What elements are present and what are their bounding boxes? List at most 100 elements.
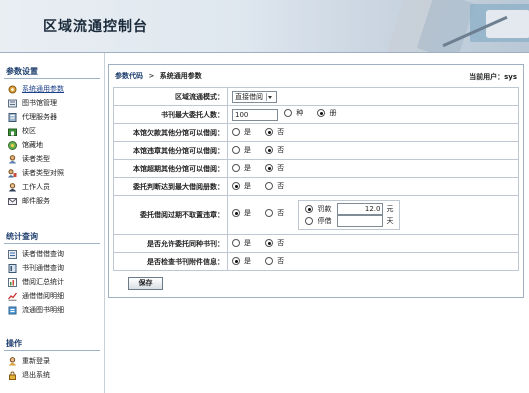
radio-button[interactable] — [265, 146, 274, 154]
sidebar-item-label: 读者类型 — [22, 155, 50, 163]
relogin-icon — [8, 356, 17, 366]
sidebar-item-proxy-server[interactable]: 代理服务器 — [8, 111, 100, 123]
suspend-row: 停借 天 — [305, 215, 393, 227]
field-label: 委托判断达到最大借阅册数： — [113, 177, 228, 196]
sidebar-item-book-detail[interactable]: 流通图书明细 — [8, 304, 100, 316]
suspend-days-input[interactable] — [337, 215, 384, 227]
detail-icon — [8, 292, 18, 301]
radio-yes[interactable]: 是 — [232, 145, 251, 155]
radio-button[interactable] — [232, 164, 240, 172]
max-delegate-input[interactable]: 100 — [232, 109, 278, 121]
sidebar-item-reader-query[interactable]: 读者借借查询 — [8, 248, 100, 260]
field-label: 书刊最大委托人数： — [113, 105, 228, 124]
form-row: 书刊最大委托人数： 100 种 册 — [113, 105, 519, 124]
radio-button[interactable] — [284, 109, 293, 117]
sidebar-item-book-query[interactable]: 书刊通借查询 — [8, 262, 100, 274]
section-title-params: 参数设置 — [6, 67, 38, 76]
sidebar-item-logout[interactable]: 退出系统 — [8, 369, 100, 381]
sidebar-item-label: 重新登录 — [22, 357, 50, 365]
fine-amount-input[interactable]: 12.0 — [337, 203, 384, 215]
radio-label: 是 — [244, 182, 251, 190]
reader-map-icon — [8, 168, 17, 178]
field-label: 区域流通模式： — [113, 87, 228, 106]
radio-label: 否 — [277, 182, 285, 190]
radio-label: 种 — [296, 109, 304, 117]
radio-yes[interactable]: 是 — [232, 163, 251, 173]
sidebar-item-reader-type-map[interactable]: 读者类型对照 — [8, 167, 100, 179]
unit-radio-volume[interactable]: 册 — [317, 108, 336, 118]
radio-button[interactable] — [232, 239, 240, 247]
chevron-down-icon — [266, 92, 274, 101]
gear-icon — [8, 85, 17, 94]
radio-button[interactable] — [265, 128, 274, 136]
suspend-unit: 天 — [386, 217, 394, 225]
radio-no[interactable]: 否 — [265, 256, 284, 266]
radio-yes[interactable]: 是 — [232, 181, 251, 191]
radio-no[interactable]: 否 — [265, 163, 284, 173]
sidebar-item-campus[interactable]: 校区 — [8, 125, 100, 137]
radio-button[interactable] — [305, 205, 314, 213]
section-title-stats: 统计查询 — [6, 232, 38, 241]
sidebar-item-relogin[interactable]: 重新登录 — [8, 355, 100, 367]
save-button[interactable]: 保存 — [128, 277, 163, 290]
sidebar-item-label: 邮件服务 — [22, 197, 50, 205]
radio-button[interactable] — [265, 164, 274, 172]
form-row: 区域流通模式： 直接借阅 — [113, 87, 519, 106]
sidebar-item-label: 流通图书明细 — [22, 306, 64, 314]
sidebar-item-staff[interactable]: 工作人员 — [8, 181, 100, 193]
radio-yes[interactable]: 是 — [232, 238, 251, 248]
radio-no[interactable]: 否 — [265, 145, 284, 155]
radio-label: 否 — [277, 239, 285, 247]
radio-button[interactable] — [232, 257, 240, 265]
form-row: 委托判断达到最大借阅册数： 是 否 — [113, 177, 519, 196]
sidebar-item-system-params[interactable]: 系统通用参数 — [8, 83, 100, 95]
sidebar-item-borrow-summary[interactable]: 借阅汇总统计 — [8, 276, 100, 288]
app-title: 区域流通控制台 — [43, 19, 148, 35]
sidebar-item-library-mgmt[interactable]: 图书馆管理 — [8, 97, 100, 109]
radio-no[interactable]: 否 — [265, 208, 284, 218]
radio-no[interactable]: 否 — [265, 238, 284, 248]
book-query-icon — [8, 263, 17, 273]
sidebar-item-mail-service[interactable]: 邮件服务 — [8, 195, 100, 207]
fine-row: 罚款 12.0 元 — [305, 203, 393, 215]
sidebar-item-label: 图书馆管理 — [22, 99, 57, 107]
radio-button[interactable] — [232, 182, 240, 190]
unit-radio-kind[interactable]: 种 — [284, 108, 303, 118]
breadcrumb-root[interactable]: 参数代码 — [115, 72, 143, 80]
field-label: 是否允许委托同种书刊： — [113, 234, 228, 253]
radio-button[interactable] — [305, 217, 314, 225]
form-row: 是否检查书刊附件信息： 是 否 — [113, 252, 519, 271]
radio-button[interactable] — [232, 146, 240, 154]
field-label: 是否检查书刊附件信息： — [113, 252, 228, 271]
field-label: 委托借阅过期不取置违章： — [113, 195, 228, 235]
radio-no[interactable]: 否 — [265, 181, 284, 191]
radio-label: 否 — [277, 209, 285, 217]
fine-label: 罚款 — [317, 205, 332, 213]
radio-button[interactable] — [265, 239, 274, 247]
divider — [4, 243, 100, 244]
sidebar-item-reader-type[interactable]: 读者类型 — [8, 153, 100, 165]
suspend-label: 停借 — [317, 217, 332, 225]
radio-label: 否 — [277, 146, 285, 154]
form-row: 委托借阅过期不取置违章： 是 否 罚款 12.0 元 停借 天 — [113, 195, 519, 235]
radio-button[interactable] — [232, 128, 240, 136]
radio-yes[interactable]: 是 — [232, 208, 251, 218]
radio-button[interactable] — [317, 109, 326, 117]
current-user-label: 当前用户： — [469, 73, 505, 81]
radio-button[interactable] — [265, 257, 274, 265]
radio-button[interactable] — [265, 182, 274, 190]
sidebar-item-borrow-detail[interactable]: 通借借阅明细 — [8, 290, 100, 302]
sidebar-item-location[interactable]: 馆藏地 — [8, 139, 100, 151]
book-detail-icon — [8, 306, 17, 315]
radio-button[interactable] — [232, 209, 240, 217]
radio-yes[interactable]: 是 — [232, 256, 251, 266]
radio-no[interactable]: 否 — [265, 127, 284, 137]
fine-unit: 元 — [386, 205, 394, 213]
radio-yes[interactable]: 是 — [232, 127, 251, 137]
radio-button[interactable] — [265, 209, 274, 217]
form-row: 本馆超期其他分馆可以借阅： 是 否 — [113, 159, 519, 178]
breadcrumb-separator: > — [148, 72, 155, 80]
circulation-mode-select[interactable]: 直接借阅 — [232, 90, 277, 103]
sidebar-item-label: 书刊通借查询 — [22, 264, 64, 272]
app-header: 区域流通控制台 — [0, 0, 529, 53]
